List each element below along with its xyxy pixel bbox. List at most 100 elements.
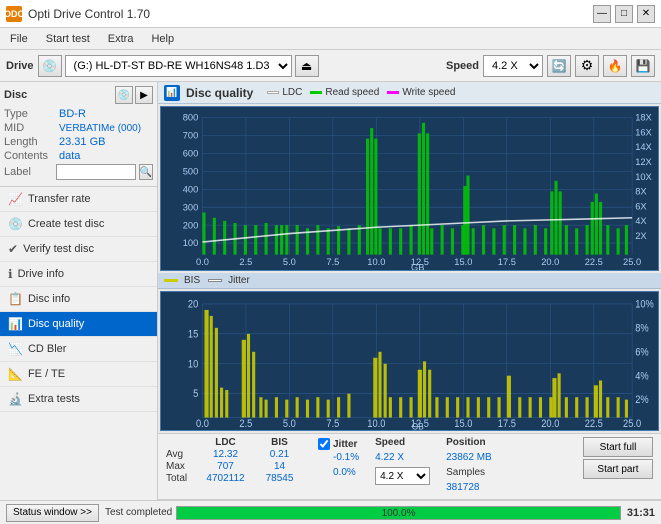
empty-header — [166, 437, 194, 448]
svg-text:GB: GB — [411, 261, 424, 270]
menu-file[interactable]: File — [6, 31, 32, 47]
legend: LDC Read speed Write speed — [267, 87, 455, 98]
svg-text:10X: 10X — [635, 171, 652, 182]
svg-text:2.5: 2.5 — [239, 419, 252, 430]
sidebar-item-fe-te[interactable]: 📐 FE / TE — [0, 362, 157, 387]
maximize-button[interactable]: □ — [615, 5, 633, 23]
bis-avg: 0.21 — [257, 449, 302, 460]
menu-extra[interactable]: Extra — [104, 31, 138, 47]
window-controls: — □ ✕ — [593, 5, 655, 23]
titlebar-left: ODC Opti Drive Control 1.70 — [6, 6, 150, 22]
svg-text:0.0: 0.0 — [196, 419, 209, 430]
disc-icon-1[interactable]: 💿 — [115, 86, 133, 104]
disc-label-label: Label — [4, 166, 53, 178]
drive-icon-btn[interactable]: 💿 — [38, 55, 62, 77]
status-text: Test completed — [105, 507, 172, 518]
titlebar: ODC Opti Drive Control 1.70 — □ ✕ — [0, 0, 661, 28]
disc-type-row: Type BD-R — [4, 108, 153, 120]
stats-total-row: Total 4702112 78545 — [166, 473, 302, 484]
drive-info-icon: ℹ — [8, 267, 13, 281]
bottom-chart-svg: 20 15 10 5 10% 8% 6% 4% 2% — [161, 292, 658, 430]
start-full-button[interactable]: Start full — [583, 437, 653, 457]
sidebar-item-create-test-disc[interactable]: 💿 Create test disc — [0, 212, 157, 237]
speed-label: Speed — [446, 60, 479, 72]
position-label: Position — [446, 437, 492, 451]
svg-text:16X: 16X — [635, 126, 652, 137]
disc-label-search-btn[interactable]: 🔍 — [139, 164, 153, 180]
refresh-button[interactable]: 🔄 — [547, 55, 571, 77]
samples-label: Samples — [446, 467, 492, 481]
stats-avg-row: Avg 12.32 0.21 — [166, 449, 302, 460]
disc-label-input[interactable] — [56, 164, 136, 180]
svg-text:5: 5 — [193, 389, 199, 401]
speed-stats-select[interactable]: 4.2 X — [375, 467, 430, 485]
extra-tests-icon: 🔬 — [8, 392, 23, 406]
avg-label: Avg — [166, 449, 194, 460]
ldc-header: LDC — [198, 437, 253, 448]
svg-text:400: 400 — [183, 183, 199, 194]
eject-button[interactable]: ⏏ — [295, 55, 319, 77]
svg-text:22.5: 22.5 — [585, 419, 603, 430]
sidebar-item-label-create-test-disc: Create test disc — [28, 218, 104, 230]
jitter-header-row: Jitter — [318, 437, 359, 451]
stats-headers-row: LDC BIS — [166, 437, 302, 448]
svg-text:GB: GB — [412, 421, 424, 430]
speed-stats: Speed 4.22 X 4.2 X — [375, 437, 430, 485]
sidebar-item-extra-tests[interactable]: 🔬 Extra tests — [0, 387, 157, 412]
close-button[interactable]: ✕ — [637, 5, 655, 23]
svg-text:800: 800 — [183, 112, 199, 123]
speed-value: 4.22 X — [375, 452, 430, 466]
menubar: File Start test Extra Help — [0, 28, 661, 50]
svg-text:4%: 4% — [635, 371, 649, 383]
jitter-checkbox[interactable] — [318, 438, 330, 450]
svg-text:0.0: 0.0 — [196, 256, 209, 267]
status-window-button[interactable]: Status window >> — [6, 504, 99, 522]
sidebar-item-label-drive-info: Drive info — [18, 268, 64, 280]
disc-length-label: Length — [4, 136, 59, 148]
sidebar-item-disc-info[interactable]: 📋 Disc info — [0, 287, 157, 312]
sidebar-item-label-disc-info: Disc info — [28, 293, 70, 305]
total-label: Total — [166, 473, 194, 484]
sidebar-item-cd-bler[interactable]: 📉 CD Bler — [0, 337, 157, 362]
save-button[interactable]: 💾 — [631, 55, 655, 77]
svg-text:14X: 14X — [635, 141, 652, 152]
menu-help[interactable]: Help — [147, 31, 178, 47]
sidebar-item-disc-quality[interactable]: 📊 Disc quality — [0, 312, 157, 337]
menu-start-test[interactable]: Start test — [42, 31, 94, 47]
sidebar-item-label-extra-tests: Extra tests — [28, 393, 80, 405]
svg-text:25.0: 25.0 — [623, 256, 641, 267]
svg-text:10%: 10% — [635, 299, 654, 311]
svg-text:600: 600 — [183, 147, 199, 158]
speed-select[interactable]: 4.2 X — [483, 55, 543, 77]
svg-text:2.5: 2.5 — [239, 256, 252, 267]
ldc-avg: 12.32 — [198, 449, 253, 460]
legend-jitter: Jitter — [208, 275, 250, 286]
top-chart: 800 700 600 500 400 300 200 100 18X 16X … — [160, 106, 659, 271]
svg-text:6X: 6X — [635, 200, 647, 211]
sidebar-item-transfer-rate[interactable]: 📈 Transfer rate — [0, 187, 157, 212]
top-chart-svg: 800 700 600 500 400 300 200 100 18X 16X … — [161, 107, 658, 270]
app-icon: ODC — [6, 6, 22, 22]
sidebar-item-verify-test-disc[interactable]: ✔ Verify test disc — [0, 237, 157, 262]
position-value: 23862 MB — [446, 452, 492, 466]
svg-text:5.0: 5.0 — [283, 419, 296, 430]
disc-info-icon: 📋 — [8, 292, 23, 306]
disc-icon-2[interactable]: ▶ — [135, 86, 153, 104]
burn-button[interactable]: 🔥 — [603, 55, 627, 77]
write-speed-label: Write speed — [402, 87, 455, 98]
bis-max: 14 — [257, 461, 302, 472]
sidebar-item-drive-info[interactable]: ℹ Drive info — [0, 262, 157, 287]
svg-text:20.0: 20.0 — [541, 256, 559, 267]
drive-select[interactable]: (G:) HL-DT-ST BD-RE WH16NS48 1.D3 — [65, 55, 292, 77]
bottom-chart: 20 15 10 5 10% 8% 6% 4% 2% — [160, 291, 659, 431]
jitter-dot — [208, 279, 222, 282]
disc-mid-value: VERBATIMe (000) — [59, 123, 141, 134]
svg-text:2X: 2X — [635, 230, 647, 241]
settings-button[interactable]: ⚙ — [575, 55, 599, 77]
svg-text:15: 15 — [188, 329, 199, 341]
jitter-header-label: Jitter — [333, 439, 357, 450]
minimize-button[interactable]: — — [593, 5, 611, 23]
verify-test-disc-icon: ✔ — [8, 242, 18, 256]
start-part-button[interactable]: Start part — [583, 459, 653, 479]
disc-header: Disc 💿 ▶ — [4, 86, 153, 104]
